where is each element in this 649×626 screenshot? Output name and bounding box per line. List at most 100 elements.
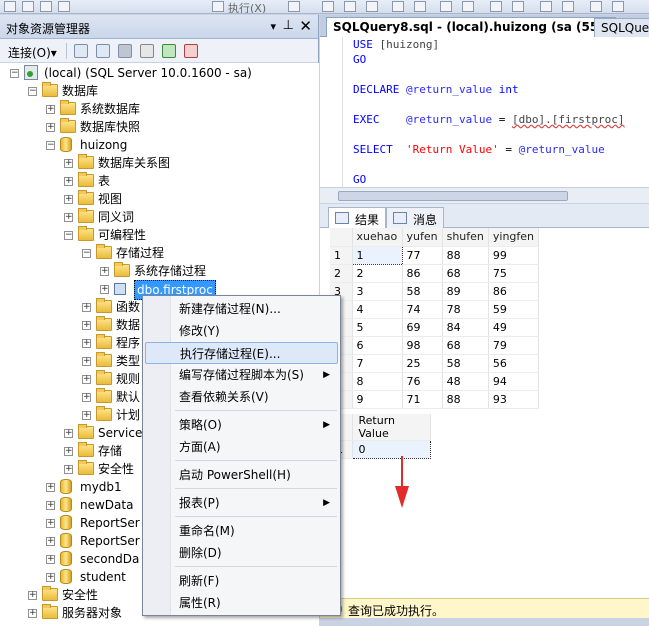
tree-node[interactable]: + 数据库快照 [0, 118, 319, 136]
grid-cell[interactable]: 69 [402, 318, 443, 337]
tree-node[interactable]: − huizong [0, 136, 319, 154]
tab-results[interactable]: 结果 [328, 207, 387, 228]
grid-cell[interactable]: 88 [442, 246, 489, 265]
expand-icon[interactable]: + [28, 609, 37, 618]
tree-node[interactable]: + 同义词 [0, 208, 319, 226]
toolbar-icon[interactable] [612, 1, 624, 12]
table-row[interactable]: 44747859 [330, 300, 540, 319]
tree-node[interactable]: − 存储过程 [0, 244, 319, 262]
collapse-icon[interactable]: − [82, 249, 91, 258]
table-row[interactable]: 66986879 [330, 336, 540, 355]
table-row[interactable]: 2 2 86 68 75 [330, 264, 540, 283]
tree-node[interactable]: + 数据库关系图 [0, 154, 319, 172]
script-icon[interactable] [184, 44, 198, 58]
toolbar-icon[interactable] [440, 1, 452, 12]
menu-item[interactable]: 执行存储过程(E)... [145, 342, 338, 364]
expand-icon[interactable]: + [64, 213, 73, 222]
table-row[interactable]: 55698449 [330, 318, 540, 337]
expand-icon[interactable]: + [46, 555, 55, 564]
grid-cell[interactable]: 5 [352, 318, 403, 337]
refresh-icon[interactable] [162, 44, 176, 58]
grid-cell[interactable]: 74 [402, 300, 443, 319]
collapse-icon[interactable]: − [10, 69, 19, 78]
expand-icon[interactable]: + [46, 123, 55, 132]
grid-cell[interactable]: 79 [488, 336, 540, 355]
expand-icon[interactable]: + [46, 483, 55, 492]
execute-button[interactable]: 执行(X) [228, 0, 266, 13]
stop-icon[interactable] [118, 44, 132, 58]
row-number[interactable]: 1 [330, 246, 353, 265]
grid-cell[interactable]: 78 [442, 300, 489, 319]
grid-cell[interactable]: 25 [402, 354, 443, 373]
editor-horizontal-scrollbar[interactable] [320, 187, 649, 203]
close-icon[interactable]: ✕ [299, 17, 312, 35]
toolbar-icon[interactable] [366, 1, 378, 12]
toolbar-icon[interactable] [22, 1, 34, 12]
grid-cell[interactable]: 94 [488, 372, 540, 391]
tree-node[interactable]: + 系统存储过程 [0, 262, 319, 280]
menu-item[interactable]: 新建存储过程(N)... [145, 298, 338, 320]
execute-icon[interactable] [212, 1, 224, 12]
grid-cell[interactable]: 8 [352, 372, 403, 391]
window-position-dropdown[interactable]: ▾ [270, 20, 276, 33]
tab-sqlquery8[interactable]: SQLQuery8.sql - (local).huizong (sa (55)… [326, 17, 617, 37]
menu-item[interactable]: 刷新(F) [145, 570, 338, 592]
grid-cell[interactable]: 89 [442, 282, 489, 301]
collapse-icon[interactable]: − [28, 87, 37, 96]
column-header[interactable]: yingfen [488, 228, 540, 247]
expand-icon[interactable]: + [64, 177, 73, 186]
expand-icon[interactable]: + [64, 159, 73, 168]
query-editor[interactable]: USE [huizong] GO DECLARE @return_value i… [320, 37, 649, 187]
table-row[interactable]: 88764894 [330, 372, 540, 391]
grid-cell[interactable]: 3 [352, 282, 403, 301]
tree-node[interactable]: + 系统数据库 [0, 100, 319, 118]
menu-item[interactable]: 方面(A) [145, 436, 338, 458]
column-header[interactable]: yufen [402, 228, 443, 247]
grid-cell[interactable]: 56 [488, 354, 540, 373]
table-row[interactable]: 77255856 [330, 354, 540, 373]
menu-item[interactable]: 策略(O) ▶ [145, 414, 338, 436]
grid-cell[interactable]: 99 [488, 246, 540, 265]
grid-cell[interactable]: 75 [488, 264, 540, 283]
expand-icon[interactable]: + [64, 465, 73, 474]
toolbar-icon[interactable] [4, 1, 16, 12]
table-row[interactable]: 3 3 58 89 86 [330, 282, 540, 301]
row-number[interactable]: 2 [330, 264, 353, 283]
collapse-icon[interactable]: − [46, 141, 55, 150]
grid-cell[interactable]: 0 [351, 440, 431, 459]
grid-cell[interactable]: 76 [402, 372, 443, 391]
toolbar-icon[interactable] [540, 1, 552, 12]
connect-button[interactable]: 连接(O)▾ [8, 44, 57, 61]
toolbar-icon[interactable] [288, 1, 300, 12]
grid-cell[interactable]: 2 [352, 264, 403, 283]
grid-cell[interactable]: 9 [352, 390, 403, 409]
expand-icon[interactable]: + [46, 105, 55, 114]
toolbar-icon[interactable] [58, 1, 70, 12]
menu-item[interactable]: 编写存储过程脚本为(S) ▶ [145, 364, 338, 386]
expand-icon[interactable]: + [46, 519, 55, 528]
tree-node[interactable]: + 视图 [0, 190, 319, 208]
results-grid[interactable]: xuehao yufen shufen yingfen 1 1 77 88 99 2 2 86 68 75… [330, 228, 540, 409]
grid-cell[interactable]: 58 [402, 282, 443, 301]
expand-icon[interactable]: + [46, 537, 55, 546]
pin-icon[interactable]: ⊥ [283, 18, 294, 33]
grid-cell[interactable]: 59 [488, 300, 540, 319]
tree-node[interactable]: − 可编程性 [0, 226, 319, 244]
table-row[interactable]: 99718893 [330, 390, 540, 409]
grid-cell[interactable]: 71 [402, 390, 443, 409]
tab-sqlquery-other[interactable]: SQLQue [594, 18, 649, 37]
grid-cell[interactable]: 6 [352, 336, 403, 355]
expand-icon[interactable]: + [82, 411, 91, 420]
return-value-grid[interactable]: Return Value 10 [330, 414, 431, 459]
menu-item[interactable]: 启动 PowerShell(H) [145, 464, 338, 486]
expand-icon[interactable]: + [82, 375, 91, 384]
grid-cell[interactable]: 7 [352, 354, 403, 373]
toolbar-icon[interactable] [462, 1, 474, 12]
expand-icon[interactable]: + [82, 393, 91, 402]
grid-cell[interactable]: 86 [402, 264, 443, 283]
grid-cell[interactable]: 1 [351, 245, 403, 265]
disconnect-icon[interactable] [96, 44, 110, 58]
connect-server-icon[interactable] [74, 44, 88, 58]
grid-cell[interactable]: 49 [488, 318, 540, 337]
expand-icon[interactable]: + [82, 321, 91, 330]
